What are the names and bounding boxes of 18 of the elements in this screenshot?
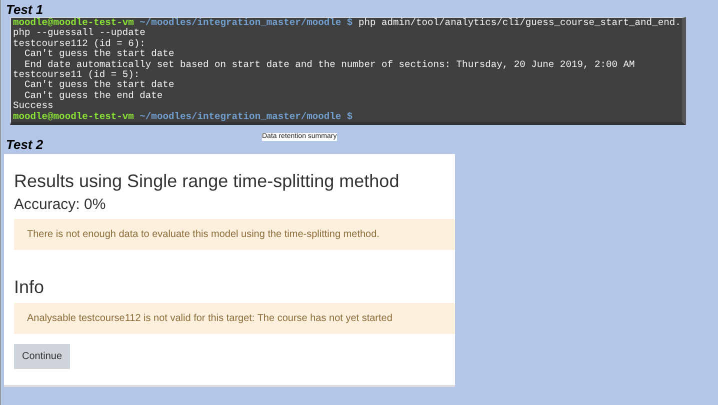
accuracy-text: Accuracy: 0% — [14, 196, 106, 214]
terminal-output-line: Can't guess the start date — [24, 49, 174, 60]
terminal-output-line: testcourse112 (id = 6): — [13, 38, 146, 49]
terminal-output-line: testcourse11 (id = 5): — [13, 70, 140, 80]
terminal-output-line: Success — [13, 101, 54, 112]
terminal-prompt-line: moodle@moodle-test-vm ~/moodles/integration_master/moodle $ — [13, 112, 353, 122]
warning-alert: There is not enough data to evaluate this model using the time-splitting method. — [14, 219, 455, 250]
info-alert: Analysable testcourse112 is not valid for this target: The course has not yet started — [14, 303, 455, 334]
terminal-prompt-line: moodle@moodle-test-vm ~/moodles/integration_master/moodle $ php admin/tool/analytics/cli/guess_course_start_and_end. — [13, 18, 681, 28]
results-heading: Results using Single range time-splitting method — [14, 170, 400, 192]
continue-button[interactable]: Continue — [14, 344, 70, 370]
terminal-output-line: Can't guess the end date — [24, 90, 163, 102]
info-heading: Info — [14, 276, 44, 298]
terminal-output-line: Can't guess the start date — [24, 80, 174, 91]
terminal-output-line: End date automatically set based on start date and the number of sections: Thursday, 20 June 2019, 2:00 AM — [24, 60, 635, 70]
terminal-output-line: php --guessall --update — [13, 28, 146, 39]
section-label: Test 1 — [5, 2, 44, 17]
section-label: Test 2 — [5, 137, 44, 152]
